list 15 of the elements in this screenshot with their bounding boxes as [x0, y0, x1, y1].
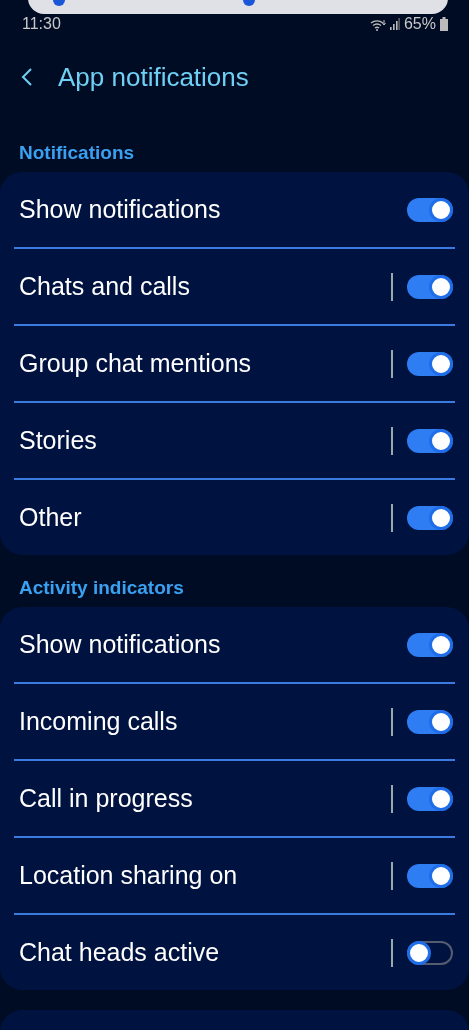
- setting-label[interactable]: Show notifications: [14, 195, 407, 224]
- section-title: Activity indicators: [18, 576, 185, 600]
- section-title: Notifications: [18, 141, 136, 165]
- status-time: 11:30: [22, 15, 61, 33]
- setting-label[interactable]: Call in progress: [14, 784, 391, 813]
- setting-label[interactable]: Other: [14, 503, 391, 532]
- setting-label[interactable]: Chats and calls: [14, 272, 391, 301]
- setting-label[interactable]: Show notifications: [14, 630, 407, 659]
- setting-label[interactable]: Location sharing on: [14, 861, 391, 890]
- page-title: App notifications: [58, 61, 249, 93]
- setting-label[interactable]: Incoming calls: [14, 707, 391, 736]
- setting-label[interactable]: Chat heads active: [14, 938, 391, 967]
- setting-label[interactable]: Group chat mentions: [14, 349, 391, 378]
- setting-label[interactable]: Stories: [14, 426, 391, 455]
- battery-level: 65%: [403, 15, 436, 33]
